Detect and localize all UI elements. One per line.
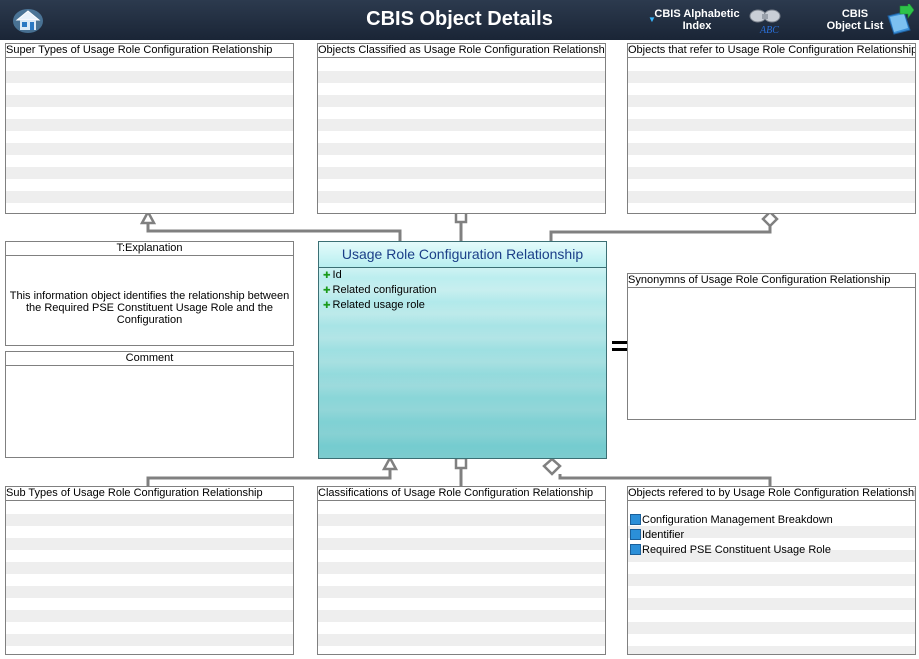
- attribute-related-usage-role[interactable]: ✚ Related usage role: [319, 298, 606, 313]
- list-item-label: Configuration Management Breakdown: [642, 514, 833, 526]
- attribute-id[interactable]: ✚ Id: [319, 268, 606, 283]
- refered-by-panel: Objects refered to by Usage Role Configu…: [627, 486, 916, 655]
- list-item[interactable]: Identifier: [628, 528, 915, 543]
- comment-panel: Comment: [5, 351, 294, 458]
- list-item-label: Required PSE Constituent Usage Role: [642, 544, 831, 556]
- sub-types-panel: Sub Types of Usage Role Configuration Re…: [5, 486, 294, 655]
- classified-as-panel: Objects Classified as Usage Role Configu…: [317, 43, 606, 214]
- refered-by-title: Objects refered to by Usage Role Configu…: [628, 487, 916, 501]
- list-item-label: Identifier: [642, 529, 685, 541]
- refer-to-title: Objects that refer to Usage Role Configu…: [628, 44, 916, 58]
- explanation-title: T:Explanation: [6, 242, 293, 256]
- classifications-panel: Classifications of Usage Role Configurat…: [317, 486, 606, 655]
- attribute-related-configuration[interactable]: ✚ Related configuration: [319, 283, 606, 298]
- class-name: Usage Role Configuration Relationship: [319, 242, 606, 268]
- explanation-panel: T:Explanation This information object id…: [5, 241, 294, 346]
- refer-to-list: [628, 59, 915, 213]
- refer-to-panel: Objects that refer to Usage Role Configu…: [627, 43, 916, 214]
- refered-by-list: Configuration Management Breakdown Ident…: [628, 513, 915, 558]
- generalization-arrow-bottom: [381, 455, 399, 471]
- attribute-label: Related configuration: [332, 284, 437, 296]
- object-icon: [630, 529, 641, 540]
- sub-types-list: [6, 502, 293, 654]
- super-types-panel: Super Types of Usage Role Configuration …: [5, 43, 294, 214]
- classifications-list: [318, 502, 605, 654]
- synonyms-panel: Synonymns of Usage Role Configuration Re…: [627, 273, 916, 420]
- attribute-bullet-icon: ✚: [323, 300, 331, 310]
- list-item[interactable]: Required PSE Constituent Usage Role: [628, 543, 915, 558]
- classifications-title: Classifications of Usage Role Configurat…: [318, 487, 605, 501]
- super-types-title: Super Types of Usage Role Configuration …: [6, 44, 293, 58]
- class-box[interactable]: Usage Role Configuration Relationship ✚ I…: [318, 241, 607, 459]
- attribute-bullet-icon: ✚: [323, 270, 331, 280]
- aggregation-diamond-bottom: [542, 457, 562, 476]
- object-icon: [630, 544, 641, 555]
- classified-as-title: Objects Classified as Usage Role Configu…: [318, 44, 606, 58]
- attribute-label: Related usage role: [332, 299, 425, 311]
- attribute-bullet-icon: ✚: [323, 285, 331, 295]
- list-item[interactable]: Configuration Management Breakdown: [628, 513, 915, 528]
- sub-types-title: Sub Types of Usage Role Configuration Re…: [6, 487, 293, 501]
- synonyms-title: Synonymns of Usage Role Configuration Re…: [628, 274, 915, 288]
- classified-as-list: [318, 59, 605, 213]
- object-icon: [630, 514, 641, 525]
- super-types-list: [6, 59, 293, 213]
- comment-title: Comment: [6, 352, 293, 366]
- classification-square-bottom: [454, 456, 468, 470]
- attribute-label: Id: [332, 269, 342, 281]
- aggregation-diamond-top: [761, 210, 779, 228]
- explanation-text: This information object identifies the r…: [9, 290, 290, 326]
